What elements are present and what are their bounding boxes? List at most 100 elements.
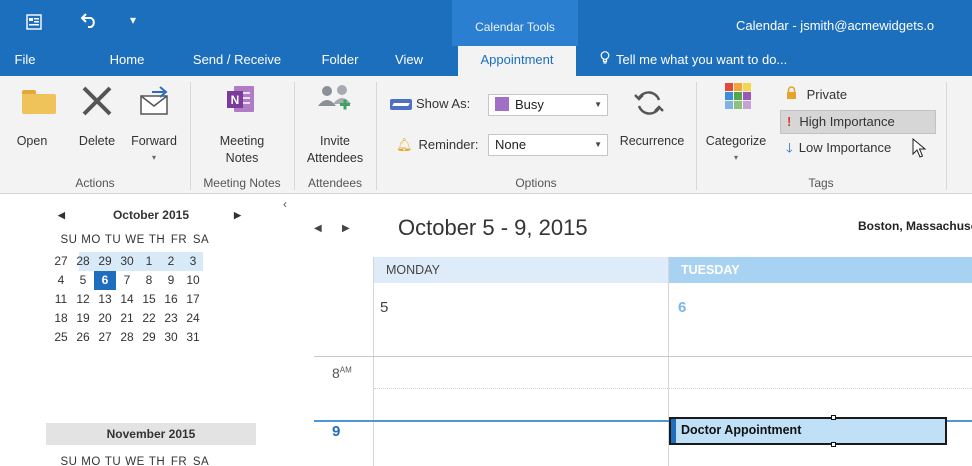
customize-qat-icon[interactable]: ▾ (130, 14, 136, 26)
recurrence-button[interactable]: Recurrence (608, 76, 692, 172)
tab-file[interactable]: File (0, 46, 50, 76)
day-cell[interactable]: 5 (72, 271, 94, 290)
day-cell[interactable]: 19 (72, 309, 94, 328)
calendar-date-range-title: October 5 - 9, 2015 (398, 215, 588, 240)
day-cell[interactable]: 9 (160, 271, 182, 290)
high-importance-button[interactable]: ! High Importance (780, 110, 936, 134)
tab-appointment[interactable]: Appointment (458, 46, 576, 76)
svg-text:N: N (231, 93, 240, 107)
categorize-icon (725, 83, 753, 109)
collapse-pane-chevron-icon[interactable]: ‹ (283, 197, 287, 211)
dow-label: MO (81, 234, 101, 246)
group-tags-label: Tags (808, 176, 834, 190)
day-number-tuesday[interactable]: 6 (678, 299, 686, 316)
outlook-icon[interactable] (26, 14, 42, 33)
mini-calendar-month2: November 2015 (106, 427, 196, 441)
day-cell[interactable]: 24 (182, 309, 204, 328)
undo-icon[interactable] (80, 12, 98, 31)
tell-me-search[interactable]: Tell me what you want to do... (600, 46, 787, 74)
day-cell[interactable]: 25 (50, 328, 72, 347)
day-cell[interactable]: 4 (50, 271, 72, 290)
day-cell[interactable]: 8 (138, 271, 160, 290)
day-cell[interactable]: 17 (182, 290, 204, 309)
low-importance-button[interactable]: 🡓 Low Importance (780, 139, 891, 161)
dow-label: WE (125, 234, 145, 246)
delete-button[interactable]: Delete (68, 76, 126, 172)
day-cell[interactable]: 22 (138, 309, 160, 328)
day-number-monday[interactable]: 5 (380, 299, 388, 316)
mini-calendar-header-november: November 2015 (46, 423, 256, 445)
dow-label: TH (148, 456, 166, 466)
day-cell-today[interactable]: 6 (94, 271, 116, 290)
dow-label: SA (192, 234, 210, 246)
day-cell[interactable]: 13 (94, 290, 116, 309)
tab-folder[interactable]: Folder (310, 46, 370, 76)
open-button[interactable]: Open (0, 76, 64, 172)
tell-me-text: Tell me what you want to do... (616, 52, 788, 67)
day-cell[interactable]: 20 (94, 309, 116, 328)
bell-icon: 🔔︎ (396, 137, 413, 152)
day-cell[interactable]: 21 (116, 309, 138, 328)
reminder-dropdown[interactable]: None ▼ (488, 134, 608, 156)
chevron-down-icon: ▼ (594, 140, 602, 149)
day-cell[interactable]: 3 (182, 252, 204, 271)
dow-label: SU (60, 234, 78, 246)
prev-month-arrow-icon[interactable]: ◀ (58, 204, 65, 226)
resize-handle-bottom[interactable] (831, 442, 836, 447)
day-cell[interactable]: 26 (72, 328, 94, 347)
day-header-monday[interactable]: MONDAY (374, 257, 668, 283)
day-cell[interactable]: 1 (138, 252, 160, 271)
tab-send-receive[interactable]: Send / Receive (178, 46, 296, 76)
appointment-doctor[interactable]: Doctor Appointment (669, 415, 947, 447)
day-cell[interactable]: 18 (50, 309, 72, 328)
meeting-notes-label-1: Meeting (219, 134, 265, 148)
calendar-tools-label: Calendar Tools (475, 20, 555, 34)
invite-attendees-button[interactable]: Invite Attendees (296, 76, 374, 172)
next-month-arrow-icon[interactable]: ▶ (234, 204, 241, 226)
day-cell[interactable]: 11 (50, 290, 72, 309)
show-as-dropdown[interactable]: Busy ▼ (488, 94, 608, 116)
day-cell[interactable]: 29 (94, 252, 116, 271)
meeting-notes-button[interactable]: N Meeting Notes (194, 76, 290, 172)
group-actions-label: Actions (75, 176, 115, 190)
tab-view[interactable]: View (384, 46, 434, 76)
weather-location[interactable]: Boston, Massachusetts (858, 219, 972, 233)
day-cell[interactable]: 2 (160, 252, 182, 271)
ribbon-tab-row: File Home Send / Receive Folder View App… (0, 46, 972, 76)
day-cell[interactable]: 14 (116, 290, 138, 309)
day-cell[interactable]: 28 (116, 328, 138, 347)
day-cell[interactable]: 16 (160, 290, 182, 309)
day-cell[interactable]: 10 (182, 271, 204, 290)
day-cell[interactable]: 27 (94, 328, 116, 347)
meeting-notes-label-2: Notes (225, 151, 259, 165)
chevron-down-icon: ▾ (733, 153, 738, 162)
day-header-tuesday[interactable]: TUESDAY (669, 257, 972, 283)
day-cell[interactable]: 30 (116, 252, 138, 271)
appointment-title: Doctor Appointment (681, 423, 802, 437)
day-cell[interactable]: 12 (72, 290, 94, 309)
onenote-icon: N (224, 82, 258, 120)
day-cell[interactable]: 23 (160, 309, 182, 328)
day-cell[interactable]: 15 (138, 290, 160, 309)
categorize-button[interactable]: Categorize ▾ (700, 76, 766, 172)
day-cell[interactable]: 28 (72, 252, 94, 271)
dow-label: WE (125, 456, 145, 466)
dow-label: FR (170, 456, 188, 466)
day-cell[interactable]: 29 (138, 328, 160, 347)
show-as-icon (390, 99, 412, 111)
tab-home[interactable]: Home (96, 46, 158, 76)
prev-week-arrow-icon[interactable]: ◀ (314, 223, 322, 234)
private-button[interactable]: Private (780, 86, 847, 102)
group-options-label: Options (515, 176, 557, 190)
chevron-down-icon: ▾ (151, 153, 156, 162)
half-hour-line (374, 388, 972, 389)
day-cell[interactable]: 30 (160, 328, 182, 347)
resize-handle-top[interactable] (831, 415, 836, 420)
forward-button[interactable]: Forward ▾ (126, 76, 182, 172)
day-cell[interactable]: 27 (50, 252, 72, 271)
next-week-arrow-icon[interactable]: ▶ (342, 223, 350, 234)
day-cell[interactable]: 7 (116, 271, 138, 290)
chevron-down-icon: ▼ (594, 100, 602, 109)
dow-label: FR (170, 234, 188, 246)
day-cell[interactable]: 31 (182, 328, 204, 347)
